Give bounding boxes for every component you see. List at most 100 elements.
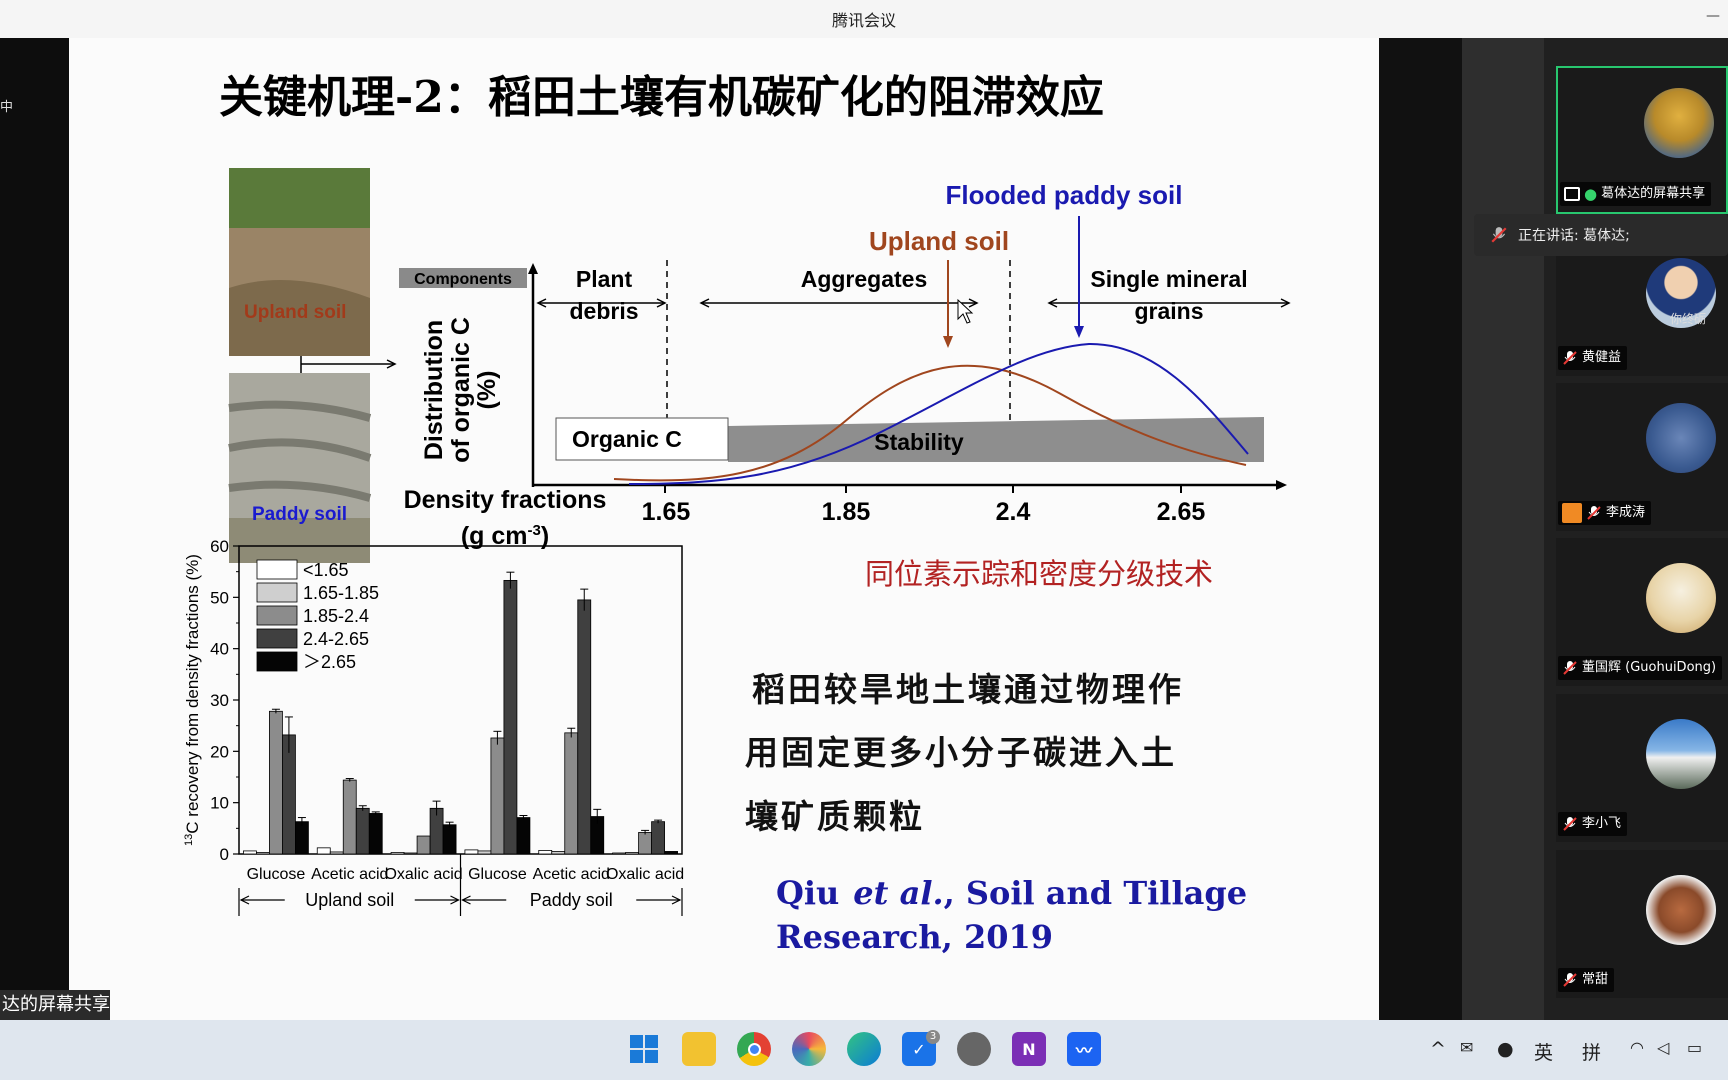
participant-tile-2[interactable]: 李成涛 bbox=[1556, 383, 1728, 531]
participant-tile-3[interactable]: 董国辉 (GuohuiDong) bbox=[1556, 538, 1728, 686]
paddy-curve bbox=[628, 342, 1249, 485]
avatar bbox=[1646, 403, 1716, 473]
bar bbox=[316, 847, 331, 855]
bar bbox=[551, 851, 566, 855]
density-diagram: Components 1.65 1.85 2.4 2.65 Plant debr… bbox=[399, 180, 1291, 550]
screen-share-icon bbox=[1564, 187, 1580, 201]
slide-canvas: 关键机理-2：稻田土壤有机碳矿化的阻滞效应 Upland soil Paddy … bbox=[183, 72, 1291, 956]
soil-photos: Upland soil Paddy soil bbox=[228, 168, 397, 563]
x-tick-label: Oxalic acid bbox=[384, 866, 462, 883]
stability-band bbox=[728, 417, 1264, 462]
legend-swatch bbox=[256, 651, 298, 672]
tick-1-85: 1.85 bbox=[822, 498, 871, 526]
avatar bbox=[1646, 719, 1716, 789]
components-label: Components bbox=[414, 271, 512, 288]
minimize-button[interactable]: — bbox=[1706, 8, 1720, 24]
participant-panel[interactable]: ● 葛体达的屏幕共享 你终砺 黄健益 李成涛 董国辉 (GuohuiDong) … bbox=[1544, 38, 1728, 1020]
clock-icon[interactable] bbox=[957, 1032, 991, 1066]
upland-soil-label: Upland soil bbox=[869, 226, 1009, 256]
x-tick-label: Glucose bbox=[247, 866, 306, 883]
x-tick-label: Acetic acid bbox=[311, 866, 388, 883]
window-titlebar: 腾讯会议 — bbox=[0, 0, 1728, 38]
bar bbox=[442, 824, 457, 855]
bar bbox=[490, 737, 505, 855]
diagram-ylabel-line2: of organic C bbox=[447, 317, 475, 463]
diagram-ylabel-line1: Distribution bbox=[420, 320, 448, 460]
legend-swatch bbox=[256, 559, 298, 580]
tencent-meeting-icon[interactable]: 〰 bbox=[1067, 1032, 1101, 1066]
aggregates-label: Aggregates bbox=[801, 266, 928, 292]
plant-debris-line1: Plant bbox=[576, 266, 633, 292]
diagram-ylabel-line3: (%) bbox=[473, 371, 501, 410]
bar bbox=[295, 821, 309, 855]
participant-name-tag: 常甜 bbox=[1558, 968, 1615, 992]
bar bbox=[342, 779, 357, 855]
bar bbox=[464, 849, 479, 855]
plant-debris-line2: debris bbox=[569, 298, 638, 324]
tick-1-65: 1.65 bbox=[642, 498, 691, 526]
participant-tile-4[interactable]: 李小飞 bbox=[1556, 694, 1728, 842]
chrome-icon[interactable] bbox=[737, 1032, 771, 1066]
wifi-icon[interactable]: ◠ bbox=[1630, 1038, 1644, 1057]
left-strip: 中 bbox=[0, 38, 69, 1020]
legend-swatch bbox=[256, 582, 298, 603]
legend-label: 1.85-2.4 bbox=[303, 606, 369, 626]
mic-muted-icon bbox=[1587, 506, 1601, 520]
x-tick-label: Glucose bbox=[468, 866, 527, 883]
mic-muted-icon bbox=[1563, 351, 1577, 365]
y-tick-label: 20 bbox=[210, 742, 229, 761]
tray-overflow-icon[interactable]: ^ bbox=[1430, 1038, 1446, 1060]
stage-gap bbox=[1379, 38, 1462, 1020]
conclusion-line-2: 用固定更多小分子碳进入土 bbox=[745, 733, 1177, 772]
y-tick-label: 30 bbox=[210, 691, 229, 710]
battery-icon[interactable]: ▭ bbox=[1687, 1038, 1702, 1057]
y-tick-label: 40 bbox=[210, 640, 229, 659]
stability-label: Stability bbox=[874, 429, 964, 455]
file-explorer-icon[interactable] bbox=[682, 1032, 716, 1066]
start-icon[interactable] bbox=[627, 1032, 661, 1066]
mic-muted-icon bbox=[1491, 227, 1507, 243]
flooded-paddy-label: Flooded paddy soil bbox=[946, 180, 1183, 210]
window-title: 腾讯会议 bbox=[831, 11, 896, 30]
participant-tile-0[interactable]: ● 葛体达的屏幕共享 bbox=[1556, 66, 1728, 214]
avatar bbox=[1646, 875, 1716, 945]
bar bbox=[612, 852, 626, 855]
avatar-caption: 你终砺 bbox=[1669, 312, 1706, 326]
stage-gap-2 bbox=[1462, 38, 1544, 1020]
recovery-bar-chart: 0 10 20 30 40 50 60 13C recovery from density f… bbox=[183, 537, 684, 916]
bar bbox=[477, 850, 492, 855]
y-tick-label: 60 bbox=[210, 537, 229, 556]
participant-name-tag: 黄健益 bbox=[1558, 346, 1628, 370]
citation-line-1: Qiu et al., Soil and Tillage bbox=[776, 874, 1247, 912]
photos-icon[interactable] bbox=[792, 1032, 826, 1066]
mic-muted-icon bbox=[1563, 817, 1577, 831]
ime-mode[interactable]: 拼 bbox=[1582, 1038, 1601, 1065]
windows-taskbar: ✓ 3 N 〰 ^ ✉ ● 英 拼 ◠ ◁ ▭ bbox=[0, 1020, 1728, 1080]
legend-label: 1.65-1.85 bbox=[303, 583, 379, 603]
group-label: Upland soil bbox=[305, 890, 394, 910]
microphone-icon[interactable]: ● bbox=[1497, 1038, 1514, 1060]
y-tick-label: 10 bbox=[210, 794, 229, 813]
onenote-icon[interactable]: N bbox=[1012, 1032, 1046, 1066]
legend-swatch bbox=[256, 628, 298, 649]
bar bbox=[664, 851, 678, 855]
user-icon bbox=[1562, 503, 1582, 523]
paddy-photo-label: Paddy soil bbox=[252, 504, 347, 525]
bar bbox=[329, 851, 344, 855]
edge-icon[interactable] bbox=[847, 1032, 881, 1066]
slide-title: 关键机理-2：稻田土壤有机碳矿化的阻滞效应 bbox=[219, 72, 1104, 123]
bar bbox=[403, 852, 418, 855]
bar bbox=[269, 710, 283, 855]
left-edge-text: 中 bbox=[0, 100, 14, 115]
mic-muted-icon bbox=[1563, 973, 1577, 987]
ime-lang[interactable]: 英 bbox=[1534, 1038, 1553, 1065]
participant-tile-5[interactable]: 常甜 bbox=[1556, 850, 1728, 998]
volume-icon[interactable]: ◁ bbox=[1657, 1038, 1669, 1057]
bar bbox=[564, 732, 579, 855]
legend-swatch bbox=[256, 605, 298, 626]
bar bbox=[516, 817, 531, 855]
mail-icon[interactable]: ✉ bbox=[1460, 1038, 1473, 1057]
bar bbox=[243, 850, 257, 855]
y-tick-label: 0 bbox=[220, 845, 229, 864]
x-tick-label: Oxalic acid bbox=[606, 866, 684, 883]
